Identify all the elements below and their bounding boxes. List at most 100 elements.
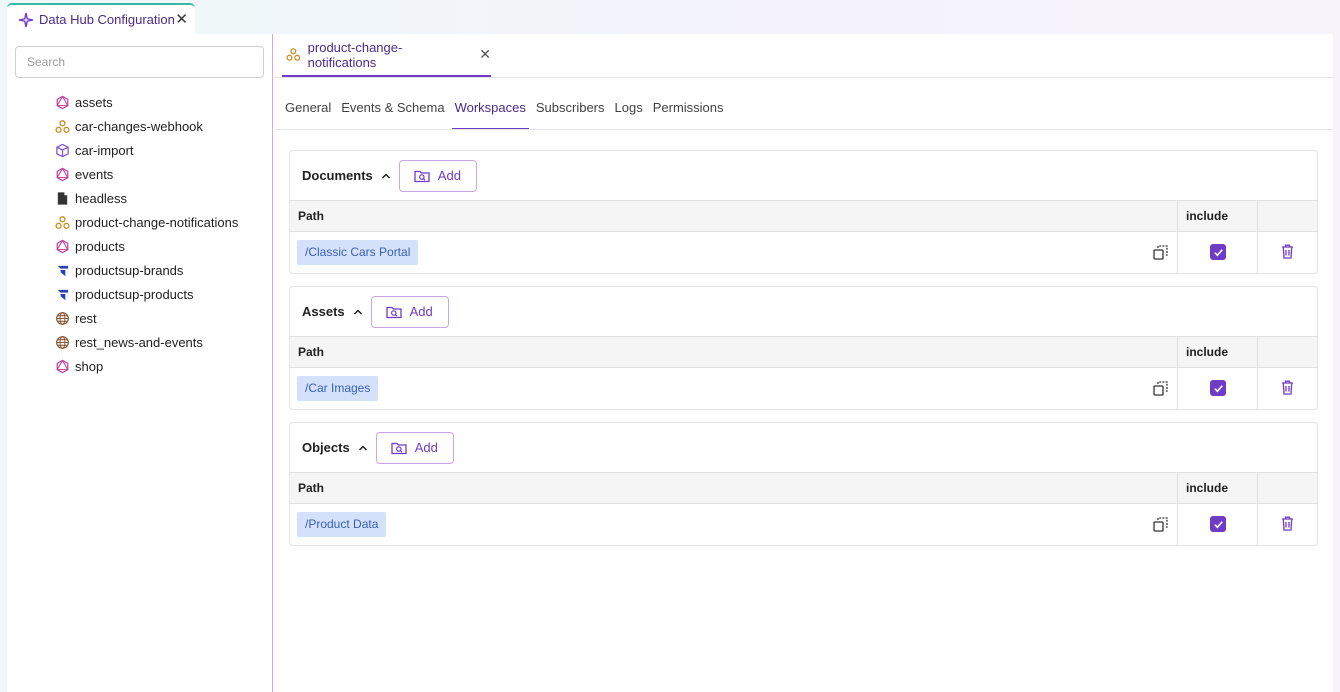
chevron-up-icon[interactable] <box>353 307 363 317</box>
documents-section: Documents Add Path include /Classic Cars… <box>289 150 1318 274</box>
tab-logs[interactable]: Logs <box>615 94 643 130</box>
tree-item-car-changes-webhook[interactable]: car-changes-webhook <box>55 114 238 138</box>
add-documents-button[interactable]: Add <box>398 159 477 192</box>
close-icon[interactable]: ✕ <box>479 46 491 63</box>
folder-search-icon <box>414 170 430 182</box>
column-header-path: Path <box>298 481 325 495</box>
editor-tab-product-change-notifications[interactable]: product-change-notifications ✕ <box>282 34 491 77</box>
sidebar: assets car-changes-webhook car-import ev… <box>7 34 273 692</box>
tab-events-schema[interactable]: Events & Schema <box>341 94 444 130</box>
table-header: Path include <box>290 472 1317 504</box>
graphql-icon <box>55 166 70 182</box>
add-button-label: Add <box>414 440 438 455</box>
import-cube-icon <box>55 143 70 158</box>
tree-item-car-import[interactable]: car-import <box>55 138 238 162</box>
webhook-icon <box>286 48 301 61</box>
add-button-label: Add <box>437 168 461 183</box>
close-icon[interactable]: ✕ <box>175 12 188 27</box>
tree-item-label: car-import <box>75 142 134 158</box>
tree-item-rest-news-and-events[interactable]: rest_news-and-events <box>55 330 238 354</box>
trash-icon[interactable] <box>1281 516 1294 531</box>
add-objects-button[interactable]: Add <box>375 431 454 464</box>
chevron-up-icon[interactable] <box>358 443 368 453</box>
column-header-include: include <box>1186 345 1229 359</box>
tree-item-product-change-notifications[interactable]: product-change-notifications <box>55 210 238 234</box>
main-panel: assets car-changes-webhook car-import ev… <box>7 34 1333 692</box>
productsup-icon <box>55 287 70 302</box>
tree-item-label: products <box>75 238 125 254</box>
tree-item-productsup-products[interactable]: productsup-products <box>55 282 238 306</box>
objects-section: Objects Add Path include /Product Data <box>289 422 1318 546</box>
productsup-icon <box>55 263 70 278</box>
include-checkbox[interactable] <box>1210 380 1226 396</box>
config-tree: assets car-changes-webhook car-import ev… <box>55 90 238 378</box>
column-header-include: include <box>1186 209 1229 223</box>
column-header-include: include <box>1186 481 1229 495</box>
divider <box>1177 337 1178 368</box>
divider <box>1257 232 1258 273</box>
folder-search-icon <box>391 442 407 454</box>
trash-icon[interactable] <box>1281 244 1294 259</box>
path-chip[interactable]: /Car Images <box>297 376 379 401</box>
table-header: Path include <box>290 200 1317 232</box>
tree-item-shop[interactable]: shop <box>55 354 238 378</box>
document-icon <box>55 191 70 206</box>
tree-item-events[interactable]: events <box>55 162 238 186</box>
tree-item-label: product-change-notifications <box>75 214 239 230</box>
divider <box>1257 504 1258 545</box>
search-input[interactable] <box>15 46 264 78</box>
trash-icon[interactable] <box>1281 380 1294 395</box>
divider <box>1177 504 1178 545</box>
tree-item-label: car-changes-webhook <box>75 118 203 134</box>
editor-tab-label: product-change-notifications <box>307 39 403 70</box>
table-row: /Product Data <box>290 504 1317 545</box>
tree-item-headless[interactable]: headless <box>55 186 238 210</box>
column-header-path: Path <box>298 209 325 223</box>
divider <box>274 129 1333 130</box>
include-checkbox[interactable] <box>1210 516 1226 532</box>
tab-workspaces[interactable]: Workspaces <box>451 94 530 130</box>
path-chip[interactable]: /Classic Cars Portal <box>297 240 419 265</box>
tree-item-label: events <box>75 166 114 182</box>
add-assets-button[interactable]: Add <box>370 295 449 328</box>
tree-item-label: assets <box>75 94 113 110</box>
tree-item-productsup-brands[interactable]: productsup-brands <box>55 258 238 282</box>
divider <box>1257 337 1258 368</box>
webhook-icon <box>55 119 70 134</box>
copy-icon[interactable] <box>1153 517 1168 532</box>
assets-section: Assets Add Path include /Car Images <box>289 286 1318 410</box>
folder-search-icon <box>385 306 402 318</box>
editor-area: product-change-notifications ✕ General E… <box>274 34 1333 692</box>
column-header-path: Path <box>298 345 325 359</box>
tree-item-label: shop <box>75 358 104 374</box>
tree-item-products[interactable]: products <box>55 234 238 258</box>
check-icon <box>1213 248 1223 256</box>
tab-subscribers[interactable]: Subscribers <box>536 94 605 130</box>
tab-general[interactable]: General <box>285 94 331 130</box>
datahub-config-tab-title: Data Hub Configuration <box>39 12 175 27</box>
tree-item-label: rest <box>75 310 97 326</box>
table-row: /Classic Cars Portal <box>290 232 1317 273</box>
copy-icon[interactable] <box>1153 381 1168 396</box>
table-header: Path include <box>290 336 1317 368</box>
tree-item-label: productsup-brands <box>75 262 184 278</box>
section-title: Objects <box>302 440 350 455</box>
globe-icon <box>55 335 70 350</box>
divider <box>1177 232 1178 273</box>
divider <box>274 77 1333 78</box>
path-chip[interactable]: /Product Data <box>297 512 387 537</box>
divider <box>1257 201 1258 232</box>
datahub-config-tab[interactable]: Data Hub Configuration ✕ <box>7 3 195 34</box>
globe-icon <box>55 311 70 326</box>
add-button-label: Add <box>409 304 433 319</box>
tree-item-rest[interactable]: rest <box>55 306 238 330</box>
copy-icon[interactable] <box>1153 245 1168 260</box>
check-icon <box>1213 520 1223 528</box>
tab-permissions[interactable]: Permissions <box>653 94 724 130</box>
section-title: Documents <box>302 168 373 183</box>
divider <box>1257 473 1258 504</box>
tree-item-assets[interactable]: assets <box>55 90 238 114</box>
chevron-up-icon[interactable] <box>381 171 391 181</box>
include-checkbox[interactable] <box>1210 244 1226 260</box>
graphql-icon <box>55 94 70 110</box>
